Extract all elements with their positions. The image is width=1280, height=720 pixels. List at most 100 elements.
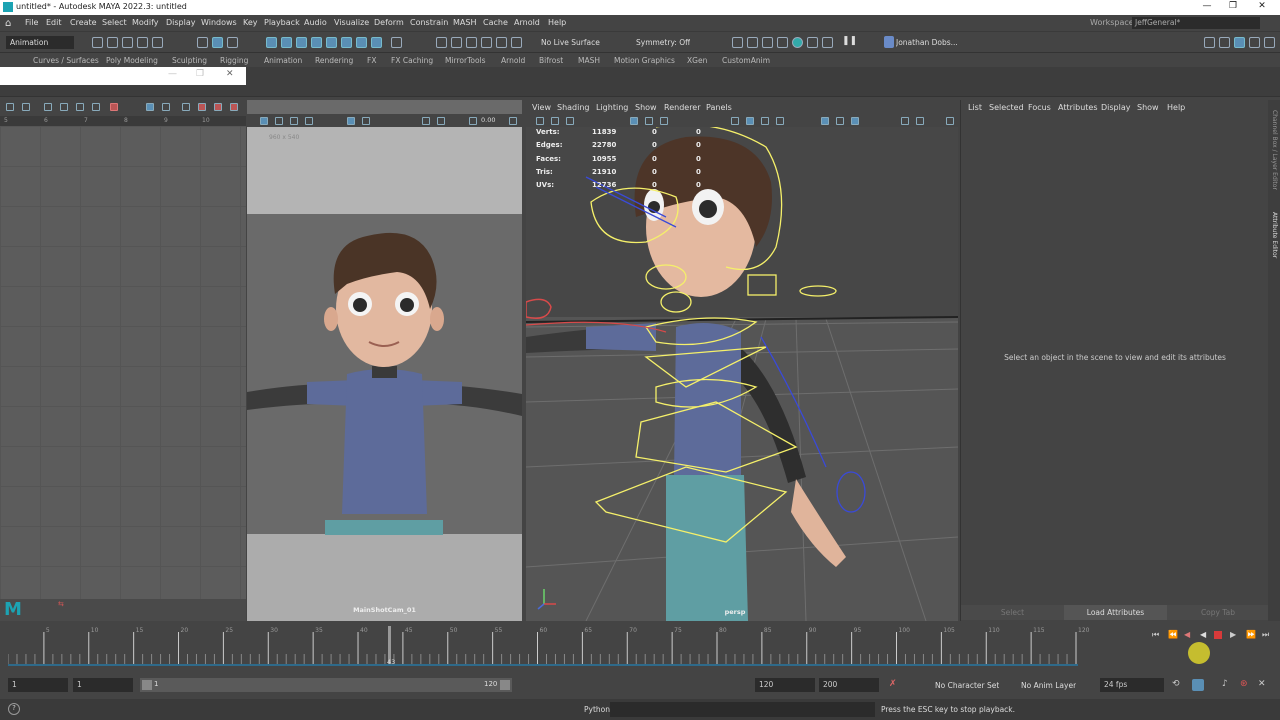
gamma-icon[interactable] xyxy=(509,117,517,125)
snap-live-icon[interactable] xyxy=(511,37,522,48)
isolate-select-icon[interactable] xyxy=(821,117,829,125)
snap-point-icon[interactable] xyxy=(466,37,477,48)
range-start-handle[interactable] xyxy=(142,680,152,690)
insert-key-icon[interactable] xyxy=(22,103,30,111)
attr-menu-display[interactable]: Display xyxy=(1101,103,1131,112)
loop-icon[interactable]: ⟲ xyxy=(1172,679,1180,689)
select-misc-icon[interactable] xyxy=(371,37,382,48)
shelf-tab-rendering[interactable]: Rendering xyxy=(315,56,353,65)
tool-settings-icon[interactable] xyxy=(1249,37,1260,48)
open-scene-icon[interactable] xyxy=(107,37,118,48)
film-gate-icon[interactable] xyxy=(645,117,653,125)
exposure-value[interactable]: 0.00 xyxy=(481,116,503,126)
script-language-label[interactable]: Python xyxy=(584,705,610,714)
range-bar[interactable]: 1 120 xyxy=(140,678,512,692)
menu-visualize[interactable]: Visualize xyxy=(334,18,369,27)
auto-key-icon[interactable]: ⊛ xyxy=(1240,679,1248,689)
undo-icon[interactable] xyxy=(137,37,148,48)
command-input[interactable] xyxy=(610,702,875,717)
image-plane-icon[interactable] xyxy=(305,117,313,125)
render-current-frame-icon[interactable] xyxy=(732,37,743,48)
fps-select[interactable]: 24 fps xyxy=(1100,678,1164,692)
exposure-icon[interactable] xyxy=(469,117,477,125)
select-deformations-icon[interactable] xyxy=(326,37,337,48)
menu-file[interactable]: File xyxy=(25,18,38,27)
lock-camera-icon[interactable] xyxy=(551,117,559,125)
select-dynamics-icon[interactable] xyxy=(341,37,352,48)
smooth-shade-icon[interactable] xyxy=(437,117,445,125)
camera-attributes-icon[interactable] xyxy=(566,117,574,125)
gate-mask-icon[interactable] xyxy=(362,117,370,125)
select-tool-icon[interactable] xyxy=(197,37,208,48)
go-to-end-icon[interactable]: ⏭ xyxy=(1262,630,1269,640)
attr-menu-selected[interactable]: Selected xyxy=(989,103,1024,112)
select-rendering-icon[interactable] xyxy=(356,37,367,48)
select-by-hierarchy-icon[interactable] xyxy=(212,37,223,48)
playback-start-field[interactable]: 1 xyxy=(73,678,133,692)
hypershade-icon[interactable] xyxy=(777,37,788,48)
frame-selection-icon[interactable] xyxy=(182,103,190,111)
shelf-tab-motion-graphics[interactable]: Motion Graphics xyxy=(614,56,675,65)
stepped-tangent-icon[interactable] xyxy=(92,103,100,111)
help-icon[interactable]: ? xyxy=(8,703,20,715)
menu-set-dropdown[interactable]: Animation xyxy=(6,36,74,49)
shelf-tab-rigging[interactable]: Rigging xyxy=(220,56,248,65)
xray-icon[interactable] xyxy=(836,117,844,125)
shelf-tab-mirrortools[interactable]: MirrorTools xyxy=(445,56,486,65)
vp-menu-lighting[interactable]: Lighting xyxy=(596,103,628,112)
attr-menu-attributes[interactable]: Attributes xyxy=(1058,103,1098,112)
select-camera-icon[interactable] xyxy=(260,117,268,125)
sound-icon[interactable]: ♪ xyxy=(1222,679,1228,689)
grid-icon[interactable] xyxy=(630,117,638,125)
select-by-object-icon[interactable] xyxy=(227,37,238,48)
lights-icon[interactable] xyxy=(776,117,784,125)
pause-icon[interactable]: ❚❚ xyxy=(842,36,857,46)
step-back-frame-icon[interactable]: ◀ xyxy=(1184,630,1190,639)
graph-editor-icon[interactable] xyxy=(1192,679,1204,691)
vp-menu-shading[interactable]: Shading xyxy=(557,103,590,112)
textured-icon[interactable] xyxy=(761,117,769,125)
panel-layout-icon[interactable] xyxy=(946,117,954,125)
preferences-icon[interactable]: ✕ xyxy=(1258,679,1266,689)
float-minimize-icon[interactable]: — xyxy=(168,69,177,79)
graph-editor-area[interactable] xyxy=(0,126,246,599)
time-slider[interactable]: 43 5 10 15 20 25 30 35 40 45 50 55 60 65 70 75 80 85 90 95… xyxy=(0,624,1280,672)
render-settings-icon[interactable] xyxy=(762,37,773,48)
attr-menu-help[interactable]: Help xyxy=(1167,103,1185,112)
tab-channel-box[interactable]: Channel Box / Layer Editor xyxy=(1270,110,1279,205)
resolution-gate-icon[interactable] xyxy=(660,117,668,125)
move-key-icon[interactable] xyxy=(6,103,14,111)
load-attributes-button[interactable]: Load Attributes xyxy=(1064,605,1167,620)
attr-menu-list[interactable]: List xyxy=(968,103,982,112)
menu-key[interactable]: Key xyxy=(243,18,258,27)
ipr-render-icon[interactable] xyxy=(747,37,758,48)
menu-edit[interactable]: Edit xyxy=(46,18,62,27)
attr-menu-show[interactable]: Show xyxy=(1137,103,1159,112)
snap-grid-icon[interactable] xyxy=(436,37,447,48)
character-controls-icon[interactable] xyxy=(1219,37,1230,48)
select-button[interactable]: Select xyxy=(961,605,1064,620)
step-forward-frame-icon[interactable]: ▶ xyxy=(1230,630,1236,639)
menu-constrain[interactable]: Constrain xyxy=(410,18,448,27)
menu-help[interactable]: Help xyxy=(548,18,566,27)
attr-menu-focus[interactable]: Focus xyxy=(1028,103,1051,112)
shelf-tab-animation[interactable]: Animation xyxy=(264,56,302,65)
redo-icon[interactable] xyxy=(152,37,163,48)
smooth-shade-icon[interactable] xyxy=(746,117,754,125)
channel-box-icon[interactable] xyxy=(1264,37,1275,48)
clamped-tangent-icon[interactable] xyxy=(76,103,84,111)
tab-attribute-editor[interactable]: Attribute Editor xyxy=(1270,212,1279,272)
close-icon[interactable]: ✕ xyxy=(1255,1,1269,13)
buffer-curve-icon[interactable] xyxy=(110,103,118,111)
spline-tangent-icon[interactable] xyxy=(44,103,52,111)
vp-menu-renderer[interactable]: Renderer xyxy=(664,103,701,112)
shelf-tab-curves[interactable]: Curves / Surfaces xyxy=(33,56,99,65)
denormalize-icon[interactable] xyxy=(214,103,222,111)
ao-icon[interactable] xyxy=(901,117,909,125)
shelf-tab-mash[interactable]: MASH xyxy=(578,56,600,65)
anim-layer-label[interactable]: No Anim Layer xyxy=(1021,681,1076,690)
shelf-tab-poly[interactable]: Poly Modeling xyxy=(106,56,158,65)
float-close-icon[interactable]: ✕ xyxy=(226,69,234,79)
menu-cache[interactable]: Cache xyxy=(483,18,508,27)
menu-arnold[interactable]: Arnold xyxy=(514,18,540,27)
